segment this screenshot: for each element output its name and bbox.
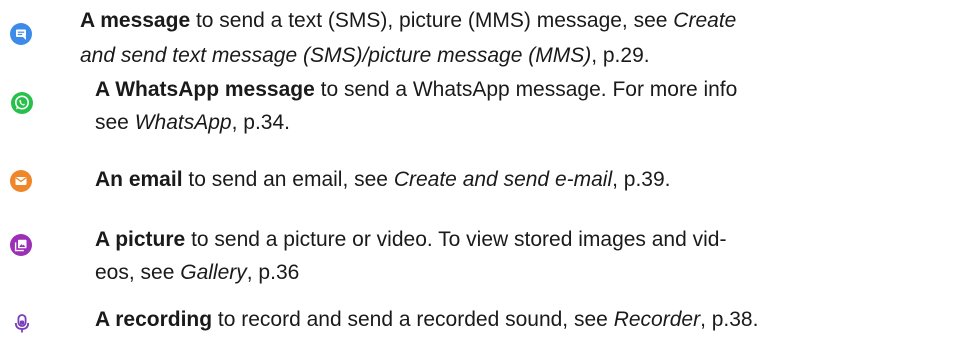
picture-icon (10, 234, 32, 256)
message-text-line-1: A message to send a text (SMS), picture … (80, 5, 736, 37)
message-description: to send a text (SMS), picture (MMS) mess… (190, 9, 674, 32)
whatsapp-link[interactable]: WhatsApp (135, 111, 232, 134)
message-link-part-1[interactable]: Create (673, 9, 736, 32)
whatsapp-title: A WhatsApp message (95, 78, 315, 101)
picture-text-line-2: eos, see Gallery, p.36 (95, 257, 299, 289)
whatsapp-page-ref: , p.34. (231, 111, 290, 134)
email-text-line-1: An email to send an email, see Create an… (95, 164, 671, 196)
picture-see: eos, see (95, 261, 181, 284)
sharing-options-list: A message to send a text (SMS), picture … (0, 0, 959, 343)
recording-link[interactable]: Recorder (614, 308, 700, 331)
whatsapp-see: see (95, 111, 135, 134)
email-link[interactable]: Create and send e-mail (394, 168, 612, 191)
email-icon (10, 170, 32, 192)
picture-title: A picture (95, 228, 186, 251)
picture-text-line-1: A picture to send a picture or video. To… (95, 224, 726, 256)
message-title: A message (80, 9, 191, 32)
recording-page-ref: , p.38. (700, 308, 759, 331)
email-title: An email (95, 168, 183, 191)
email-description: to send an email, see (182, 168, 394, 191)
picture-page-ref: , p.36 (246, 261, 300, 284)
email-page-ref: , p.39. (612, 168, 671, 191)
whatsapp-icon (11, 92, 33, 114)
whatsapp-description: to send a WhatsApp message. For more inf… (314, 78, 738, 101)
picture-link[interactable]: Gallery (180, 261, 247, 284)
recording-text-line-1: A recording to record and send a recorde… (95, 304, 758, 336)
message-icon (10, 23, 32, 45)
picture-description: to send a picture or video. To view stor… (185, 228, 727, 251)
recording-title: A recording (95, 308, 213, 331)
message-text-line-2: and send text message (SMS)/picture mess… (80, 40, 650, 72)
whatsapp-text-line-2: see WhatsApp, p.34. (95, 107, 290, 139)
message-link-part-2[interactable]: and send text message (SMS)/picture mess… (80, 44, 591, 67)
message-page-ref: , p.29. (591, 44, 650, 67)
whatsapp-text-line-1: A WhatsApp message to send a WhatsApp me… (95, 74, 737, 106)
microphone-icon (11, 312, 33, 334)
recording-description: to record and send a recorded sound, see (212, 308, 614, 331)
